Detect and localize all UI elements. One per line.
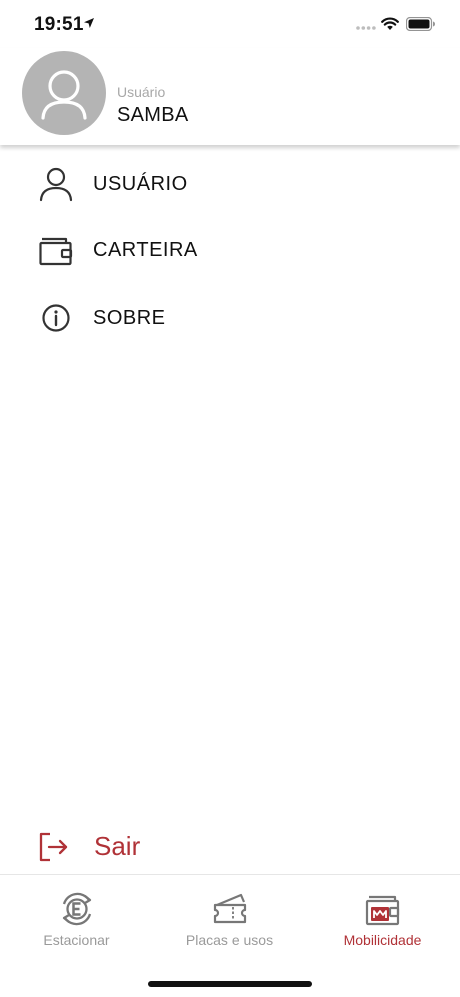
profile-header: Usuário SAMBA <box>0 48 460 145</box>
ticket-icon <box>213 893 246 924</box>
profile-caption: Usuário <box>117 84 166 100</box>
menu-item-sobre[interactable]: SOBRE <box>0 288 460 348</box>
logout-label: Sair <box>94 831 141 861</box>
status-bar: 19:51 <box>0 0 460 48</box>
menu-item-label: USUÁRIO <box>93 173 188 195</box>
location-arrow-icon <box>84 18 94 28</box>
home-indicator <box>148 981 312 987</box>
parking-sync-icon <box>62 892 91 926</box>
tab-label: Estacionar <box>43 932 110 948</box>
menu-item-label: CARTEIRA <box>93 239 198 261</box>
avatar[interactable] <box>22 51 106 135</box>
mobilicidade-wallet-icon <box>365 895 399 926</box>
battery-icon <box>406 17 435 31</box>
status-time: 19:51 <box>34 14 84 35</box>
tab-label: Placas e usos <box>185 932 274 948</box>
user-silhouette-icon <box>41 70 87 120</box>
user-icon <box>39 167 73 202</box>
wifi-icon <box>381 17 399 30</box>
logout-button[interactable]: Sair <box>0 822 460 872</box>
profile-name: SAMBA <box>117 104 189 126</box>
tab-label: Mobilicidade <box>343 932 422 948</box>
info-icon <box>42 304 70 332</box>
menu-item-usuario[interactable]: USUÁRIO <box>0 154 460 214</box>
signal-dots-icon <box>356 26 376 30</box>
menu-item-label: SOBRE <box>93 307 166 329</box>
tab-bar: Estacionar Placas e usos Mobilicidade <box>0 874 460 997</box>
tab-mobilicidade[interactable]: Mobilicidade <box>306 875 459 965</box>
wallet-icon <box>39 237 73 266</box>
logout-icon <box>39 832 68 862</box>
tab-estacionar[interactable]: Estacionar <box>0 875 153 965</box>
tab-placas-e-usos[interactable]: Placas e usos <box>153 875 306 965</box>
menu-item-carteira[interactable]: CARTEIRA <box>0 220 460 280</box>
